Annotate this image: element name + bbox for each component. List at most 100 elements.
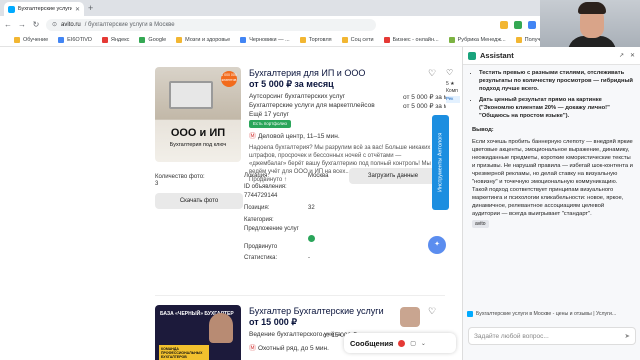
yandex-icon — [101, 36, 108, 43]
metro-icon: Ⓜ — [249, 345, 256, 352]
metro-text: Деловой центр, 11–15 мин. — [258, 132, 340, 140]
close-tab-icon[interactable]: ✕ — [75, 6, 80, 13]
heart-icon[interactable]: ♡ — [446, 68, 453, 77]
bookmark-item[interactable]: Бизнес - онлайн... — [383, 36, 439, 43]
thumb-big-text: ООО и ИП — [170, 127, 226, 139]
photos-count-label: Количество фото: — [155, 174, 205, 180]
avito-page: 1 000 000 клиентов ООО и ИП Бухгалтерия … — [0, 47, 458, 360]
assistant-fab-icon[interactable]: ✦ — [428, 236, 446, 254]
open-external-icon[interactable]: ↗ — [619, 52, 624, 59]
listing-1-title[interactable]: Бухгалтерия для ИП и ООО — [249, 68, 365, 78]
listing-2-price: от 15 000 ₽ — [249, 317, 297, 327]
unread-badge-icon — [398, 339, 406, 347]
bookmark-label: Мозги и здоровье — [185, 36, 231, 43]
bookmark-item[interactable]: Яндекс — [101, 36, 130, 43]
more-services-link[interactable]: Ещё 17 услуг — [249, 111, 289, 118]
assistant-logo-icon — [468, 51, 476, 60]
listing-2-image[interactable]: БАЗА «ЧЕРНЫЙ» БУХГАЛТЕР КОМАНДА ПРОФЕССИ… — [155, 305, 241, 360]
url-site: avito.ru — [61, 21, 81, 28]
seller-avatar[interactable] — [400, 307, 420, 327]
photo-stats: Количество фото: 3 Скачать фото — [155, 174, 243, 209]
browser-tab[interactable]: Бухгалтерские услуги в Моск ✕ — [4, 2, 84, 16]
bookmark-item[interactable]: EI6OTlVD — [58, 36, 92, 43]
bookmark-label: Google — [148, 36, 167, 43]
messages-expand-icon[interactable]: ▢ — [410, 340, 416, 347]
forward-icon[interactable]: → — [18, 20, 26, 29]
url-path: / бухгалтерские услуги в Москве — [84, 21, 175, 28]
thumb2-team: КОМАНДА ПРОФЕССИОНАЛЬНЫХ БУХГАЛТЕРОВ — [159, 345, 209, 360]
source-favicon-icon — [467, 311, 473, 317]
assistant-header: Assistant ↗ ✕ — [463, 47, 640, 65]
listing-1-price: от 5 000 ₽ за месяц — [249, 79, 334, 89]
peek-company: Комп — [446, 88, 458, 94]
statistics-label: Статистика: — [244, 255, 278, 261]
anthology-tools-tab[interactable]: Инструменты Антологя — [432, 115, 449, 210]
download-data-button[interactable]: Загрузить данные — [349, 168, 437, 184]
download-photo-button[interactable]: Скачать фото — [155, 193, 243, 209]
extension-icon[interactable] — [514, 20, 522, 29]
messages-collapse-icon[interactable]: ⌄ — [421, 340, 426, 347]
listing-separator — [155, 295, 445, 296]
source-link[interactable]: Бухгалтерские услуги в Москве - цены и о… — [467, 311, 637, 317]
folder-icon — [341, 36, 348, 43]
bookmark-item[interactable]: Google — [139, 36, 167, 43]
folder-icon — [299, 36, 306, 43]
extension-icon[interactable] — [500, 20, 508, 29]
thumb2-person — [209, 313, 233, 343]
extension-icon[interactable] — [528, 20, 536, 29]
folder-icon — [515, 36, 522, 43]
back-icon[interactable]: ← — [4, 20, 12, 29]
bookmark-item[interactable]: Соц сети — [341, 36, 374, 43]
source-chip[interactable]: avito — [472, 220, 489, 228]
bookmark-label: Обучение — [23, 36, 49, 43]
bookmark-label: Торговля — [308, 36, 332, 43]
service-2-name: Бухгалтерские услуги для маркетплейсов — [249, 102, 375, 109]
bookmark-label: Рубрика Менедж... — [457, 36, 506, 43]
location-value: Москва — [308, 173, 329, 179]
category-value: Предложение услуг — [244, 226, 299, 232]
bookmark-item[interactable]: Черновики — ... — [240, 36, 290, 43]
metro-info: Ⓜ Деловой центр, 11–15 мин. — [249, 131, 340, 141]
close-panel-icon[interactable]: ✕ — [630, 52, 635, 59]
listing-1-image[interactable]: 1 000 000 клиентов ООО и ИП Бухгалтерия … — [155, 67, 241, 162]
messages-bar[interactable]: Сообщения ▢ ⌄ — [344, 333, 456, 353]
answer-bullet: Дать ценный результат прямо на картинке … — [479, 96, 633, 120]
promoted-label: Продвинуто — [244, 244, 278, 250]
new-tab-icon[interactable]: + — [88, 3, 93, 13]
favorite-heart-icon[interactable]: ♡ — [428, 68, 436, 79]
assistant-title: Assistant — [480, 51, 514, 60]
thumb-badge: 1 000 000 клиентов — [221, 71, 237, 87]
bookmark-item[interactable]: Торговля — [299, 36, 332, 43]
folder-icon — [176, 36, 183, 43]
metro-text: Охотный ряд, до 5 мин. — [258, 344, 329, 352]
site-info-icon[interactable]: ⊙ — [52, 21, 57, 28]
listing-2-title[interactable]: Бухгалтер Бухгалтерские услуги — [249, 306, 384, 316]
webcam-person-hair — [578, 2, 606, 14]
assistant-input[interactable]: Задайте любой вопрос... ➤ — [468, 327, 636, 345]
bookmark-item[interactable]: Обучение — [14, 36, 49, 43]
assistant-answer: Тестить превью с разными стилями, отслеж… — [463, 65, 640, 228]
send-icon[interactable]: ➤ — [625, 332, 630, 340]
location-label: Локация: — [244, 173, 270, 179]
id-value: 7744729144 — [244, 193, 278, 199]
bookmark-item[interactable]: Рубрика Менедж... — [448, 36, 506, 43]
docs-icon — [240, 36, 247, 43]
google-icon — [139, 36, 146, 43]
url-bar[interactable]: ⊙ avito.ru / бухгалтерские услуги в Моск… — [46, 18, 376, 31]
bookmark-label: EI6OTlVD — [67, 36, 92, 43]
assistant-header-actions: ↗ ✕ — [619, 52, 635, 59]
favorite-heart-icon[interactable]: ♡ — [428, 306, 436, 317]
reload-icon[interactable]: ↻ — [32, 20, 40, 29]
position-label: Позиция: — [244, 205, 270, 211]
tab-title: Бухгалтерские услуги в Моск — [18, 6, 72, 12]
listing-2-metro: Ⓜ Охотный ряд, до 5 мин. — [249, 343, 329, 353]
conclusion-text: Если хочешь пробить баннерную слепоту — … — [472, 139, 633, 217]
laptop-illustration — [169, 81, 213, 109]
site-icon — [383, 36, 390, 43]
bookmark-item[interactable]: Мозги и здоровье — [176, 36, 231, 43]
answer-bullet: Тестить превью с разными стилями, отслеж… — [479, 69, 633, 93]
bookmark-label: Яндекс — [110, 36, 130, 43]
site-icon — [58, 36, 65, 43]
source-title: Бухгалтерские услуги в Москве - цены и о… — [476, 311, 617, 317]
assistant-panel: Assistant ↗ ✕ Тестить превью с разными с… — [462, 47, 640, 360]
